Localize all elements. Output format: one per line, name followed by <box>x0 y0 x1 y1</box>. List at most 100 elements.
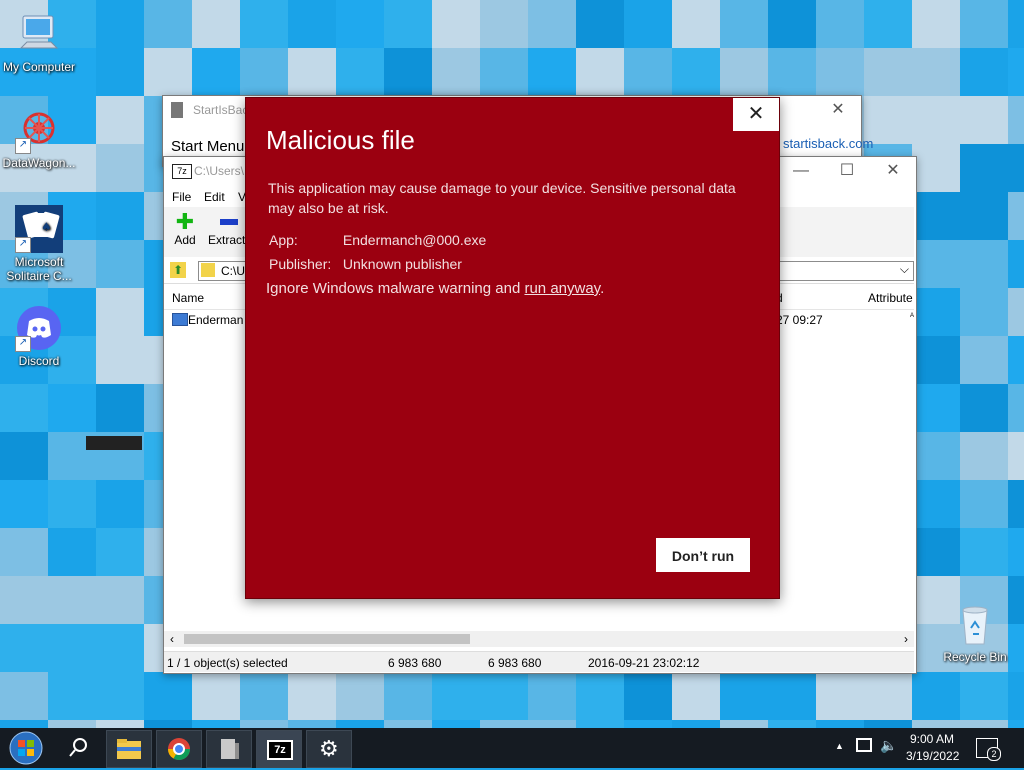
app-key: App: <box>269 232 298 248</box>
wallpaper-tile <box>96 192 144 240</box>
dialog-close-button[interactable]: ✕ <box>733 98 779 131</box>
scroll-left-icon[interactable]: ‹ <box>170 632 174 646</box>
wallpaper-tile <box>288 48 336 96</box>
wallpaper-tile <box>768 672 816 720</box>
desktop-icon-recycle-bin[interactable]: Recycle Bin <box>936 600 1014 664</box>
wallpaper-tile <box>1008 240 1024 288</box>
clock-date[interactable]: 3/19/2022 <box>906 749 959 763</box>
wallpaper-tile <box>960 0 1008 48</box>
extract-label: Extract <box>208 233 246 247</box>
wallpaper-tile <box>240 48 288 96</box>
wallpaper-tile <box>912 480 960 528</box>
column-name[interactable]: Name <box>172 291 204 305</box>
wallpaper-tile <box>96 288 144 336</box>
clock-time[interactable]: 9:00 AM <box>910 732 954 746</box>
wallpaper-tile <box>960 288 1008 336</box>
taskbar-startisback[interactable] <box>206 730 252 768</box>
wallpaper-tile <box>240 672 288 720</box>
wallpaper-tile <box>1008 0 1024 48</box>
taskbar-chrome[interactable] <box>156 730 202 768</box>
wallpaper-tile <box>144 48 192 96</box>
extract-button[interactable]: Extract <box>208 211 248 247</box>
wallpaper-tile <box>864 672 912 720</box>
taskbar-7zip[interactable]: 7z <box>256 730 302 768</box>
wallpaper-tile <box>912 240 960 288</box>
shortcut-arrow-icon: ↗ <box>15 237 31 253</box>
close-icon[interactable]: ✕ <box>815 96 861 124</box>
wallpaper-tile <box>48 528 96 576</box>
dialog-message: This application may cause damage to you… <box>268 180 736 216</box>
wallpaper-tile <box>192 48 240 96</box>
close-icon[interactable]: ✕ <box>870 157 916 185</box>
wallpaper-tile <box>96 384 144 432</box>
wallpaper-tile <box>960 480 1008 528</box>
dont-run-button[interactable]: Don’t run <box>656 538 750 572</box>
column-attributes[interactable]: Attribute <box>868 291 913 305</box>
desktop-icon-datawagon[interactable]: ↗ DataWagon... <box>0 106 78 170</box>
wallpaper-tile <box>912 432 960 480</box>
wallpaper-tile <box>960 672 1008 720</box>
status-date: 2016-09-21 23:02:12 <box>588 656 700 670</box>
up-folder-icon[interactable]: ⬆ <box>170 262 186 278</box>
wallpaper-tile <box>720 672 768 720</box>
menu-file[interactable]: File <box>172 190 191 204</box>
window-title: C:\Users\ <box>194 164 245 178</box>
wallpaper-tile <box>1008 288 1024 336</box>
shortcut-arrow-icon: ↗ <box>15 336 31 352</box>
add-button[interactable]: ✚ Add <box>170 209 200 248</box>
desktop-icon-discord[interactable]: ↗ Discord <box>0 304 78 368</box>
wallpaper-tile <box>912 48 960 96</box>
minus-icon <box>220 219 238 225</box>
ignore-warning-text: Ignore Windows malware warning and run a… <box>266 280 604 297</box>
wallpaper-tile <box>96 480 144 528</box>
wallpaper-tile <box>96 0 144 48</box>
close-icon: ✕ <box>747 103 765 125</box>
wallpaper-tile <box>528 672 576 720</box>
wallpaper-tile <box>960 192 1008 240</box>
wallpaper-tile <box>960 528 1008 576</box>
start-button[interactable] <box>6 730 46 766</box>
plus-icon: ✚ <box>175 209 195 234</box>
recycle-bin-icon <box>951 600 999 648</box>
dialog-title: Malicious file <box>266 125 415 155</box>
wallpaper-tile <box>96 576 144 624</box>
menu-edit[interactable]: Edit <box>204 190 225 204</box>
desktop-icon-label: Recycle Bin <box>943 650 1007 664</box>
wallpaper-tile <box>672 672 720 720</box>
wallpaper-tile <box>960 432 1008 480</box>
solitaire-icon: ♠ ↗ <box>15 205 63 253</box>
volume-icon[interactable]: 🔈 <box>880 737 897 754</box>
scroll-thumb[interactable] <box>184 634 470 644</box>
run-anyway-link[interactable]: run anyway <box>524 280 600 297</box>
ignore-period: . <box>600 280 605 297</box>
row-name: Enderman <box>188 313 244 327</box>
wallpaper-tile <box>144 672 192 720</box>
wallpaper-tile <box>1008 384 1024 432</box>
scroll-right-icon[interactable]: › <box>904 632 908 646</box>
wallpaper-tile <box>960 336 1008 384</box>
maximize-icon[interactable]: ☐ <box>824 157 870 185</box>
desktop-icon-my-computer[interactable]: My Computer <box>0 10 78 74</box>
horizontal-scrollbar[interactable]: ‹ › <box>164 631 914 647</box>
network-icon[interactable] <box>856 738 872 752</box>
wallpaper-tile <box>576 0 624 48</box>
chevron-down-icon[interactable]: ⌵ <box>900 262 909 277</box>
taskbar-file-explorer[interactable] <box>106 730 152 768</box>
taskbar-settings[interactable]: ⚙ <box>306 730 352 768</box>
wallpaper-tile <box>960 48 1008 96</box>
wallpaper-tile <box>336 672 384 720</box>
desktop-icon-label: DataWagon... <box>2 156 76 170</box>
address-text: C:\U <box>221 264 245 278</box>
minimize-icon[interactable]: — <box>778 157 824 185</box>
wallpaper-tile <box>384 0 432 48</box>
notifications-button[interactable]: 2 <box>976 738 1001 761</box>
wallpaper-tile <box>1008 192 1024 240</box>
desktop-icon-label: Microsoft Solitaire C... <box>6 255 72 283</box>
tray-overflow-icon[interactable]: ▲ <box>835 741 844 751</box>
wallpaper-tile <box>912 0 960 48</box>
startisback-link[interactable]: startisback.com <box>783 136 873 151</box>
malicious-file-dialog[interactable]: ✕ Malicious file This application may ca… <box>245 97 780 599</box>
desktop-icon-solitaire[interactable]: ♠ ↗ Microsoft Solitaire C... <box>0 205 78 283</box>
search-button[interactable] <box>58 730 98 766</box>
wallpaper-tile <box>1008 336 1024 384</box>
